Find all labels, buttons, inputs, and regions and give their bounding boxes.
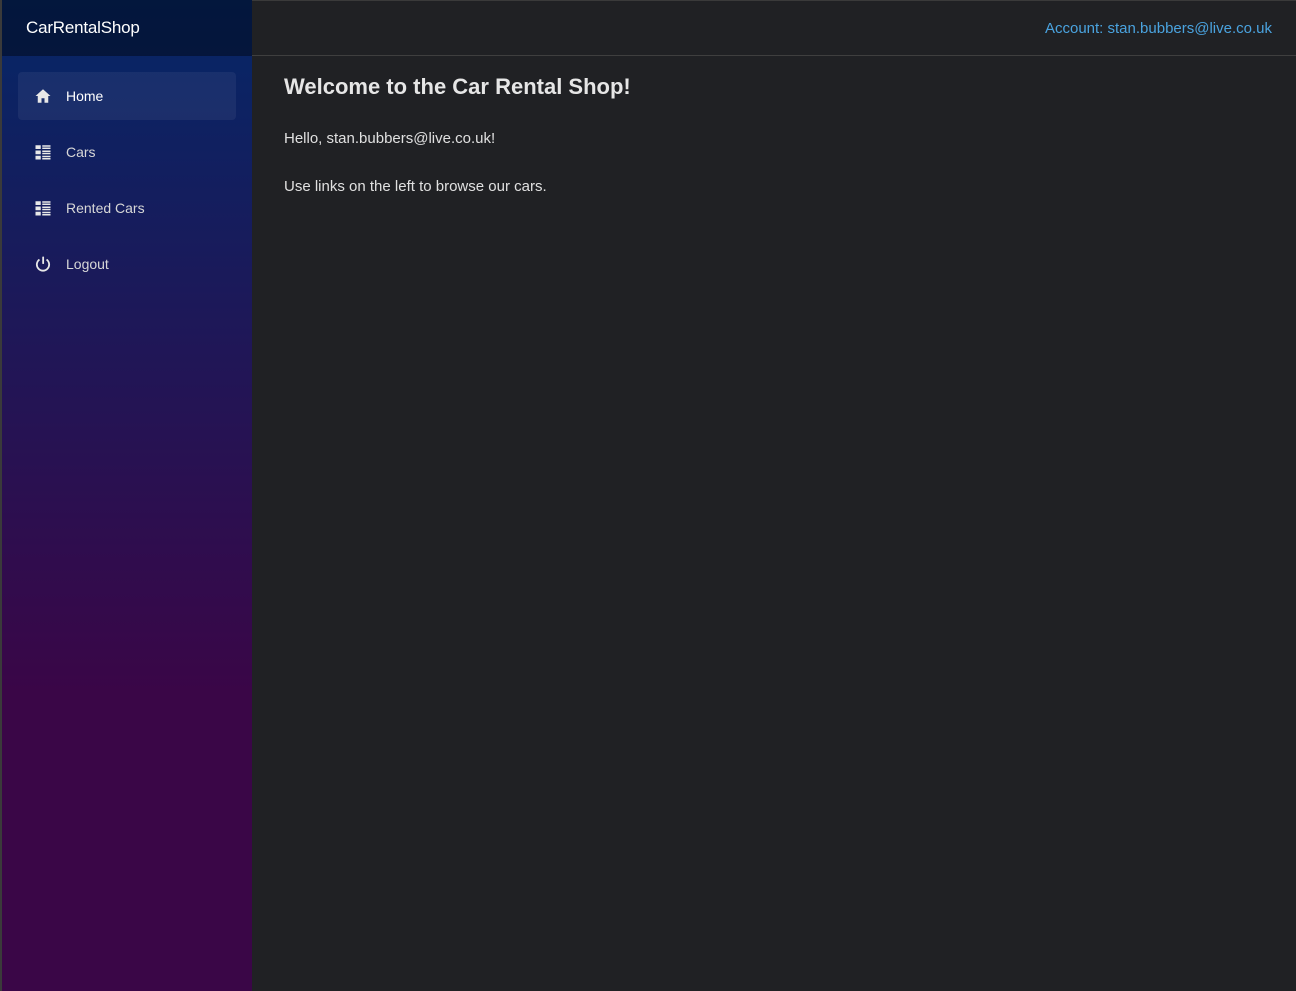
list-icon xyxy=(34,143,52,161)
app: CarRentalShop Home Cars Rented Cars Logo… xyxy=(0,0,1296,991)
nav-item-home[interactable]: Home xyxy=(18,72,236,120)
sidebar: CarRentalShop Home Cars Rented Cars Logo… xyxy=(2,0,252,991)
top-bar: Account: stan.bubbers@live.co.uk xyxy=(252,0,1296,56)
page-content: Welcome to the Car Rental Shop! Hello, s… xyxy=(252,56,1296,244)
main-area: Account: stan.bubbers@live.co.uk Welcome… xyxy=(252,0,1296,991)
list-icon xyxy=(34,199,52,217)
brand-bar: CarRentalShop xyxy=(2,0,252,56)
home-icon xyxy=(34,87,52,105)
account-link[interactable]: Account: stan.bubbers@live.co.uk xyxy=(1045,20,1272,37)
nav-item-rented-cars[interactable]: Rented Cars xyxy=(18,184,236,232)
nav-item-label: Rented Cars xyxy=(66,200,145,216)
brand-link[interactable]: CarRentalShop xyxy=(26,18,140,38)
sidebar-nav: Home Cars Rented Cars Logout xyxy=(2,56,252,288)
instruction-text: Use links on the left to browse our cars… xyxy=(284,178,547,195)
power-icon xyxy=(34,255,52,273)
page-title: Welcome to the Car Rental Shop! xyxy=(284,74,631,99)
greeting-text: Hello, stan.bubbers@live.co.uk! xyxy=(284,130,496,147)
nav-item-label: Cars xyxy=(66,144,96,160)
nav-item-label: Home xyxy=(66,88,104,104)
nav-item-logout[interactable]: Logout xyxy=(18,240,236,288)
nav-item-cars[interactable]: Cars xyxy=(18,128,236,176)
nav-item-label: Logout xyxy=(66,256,109,272)
